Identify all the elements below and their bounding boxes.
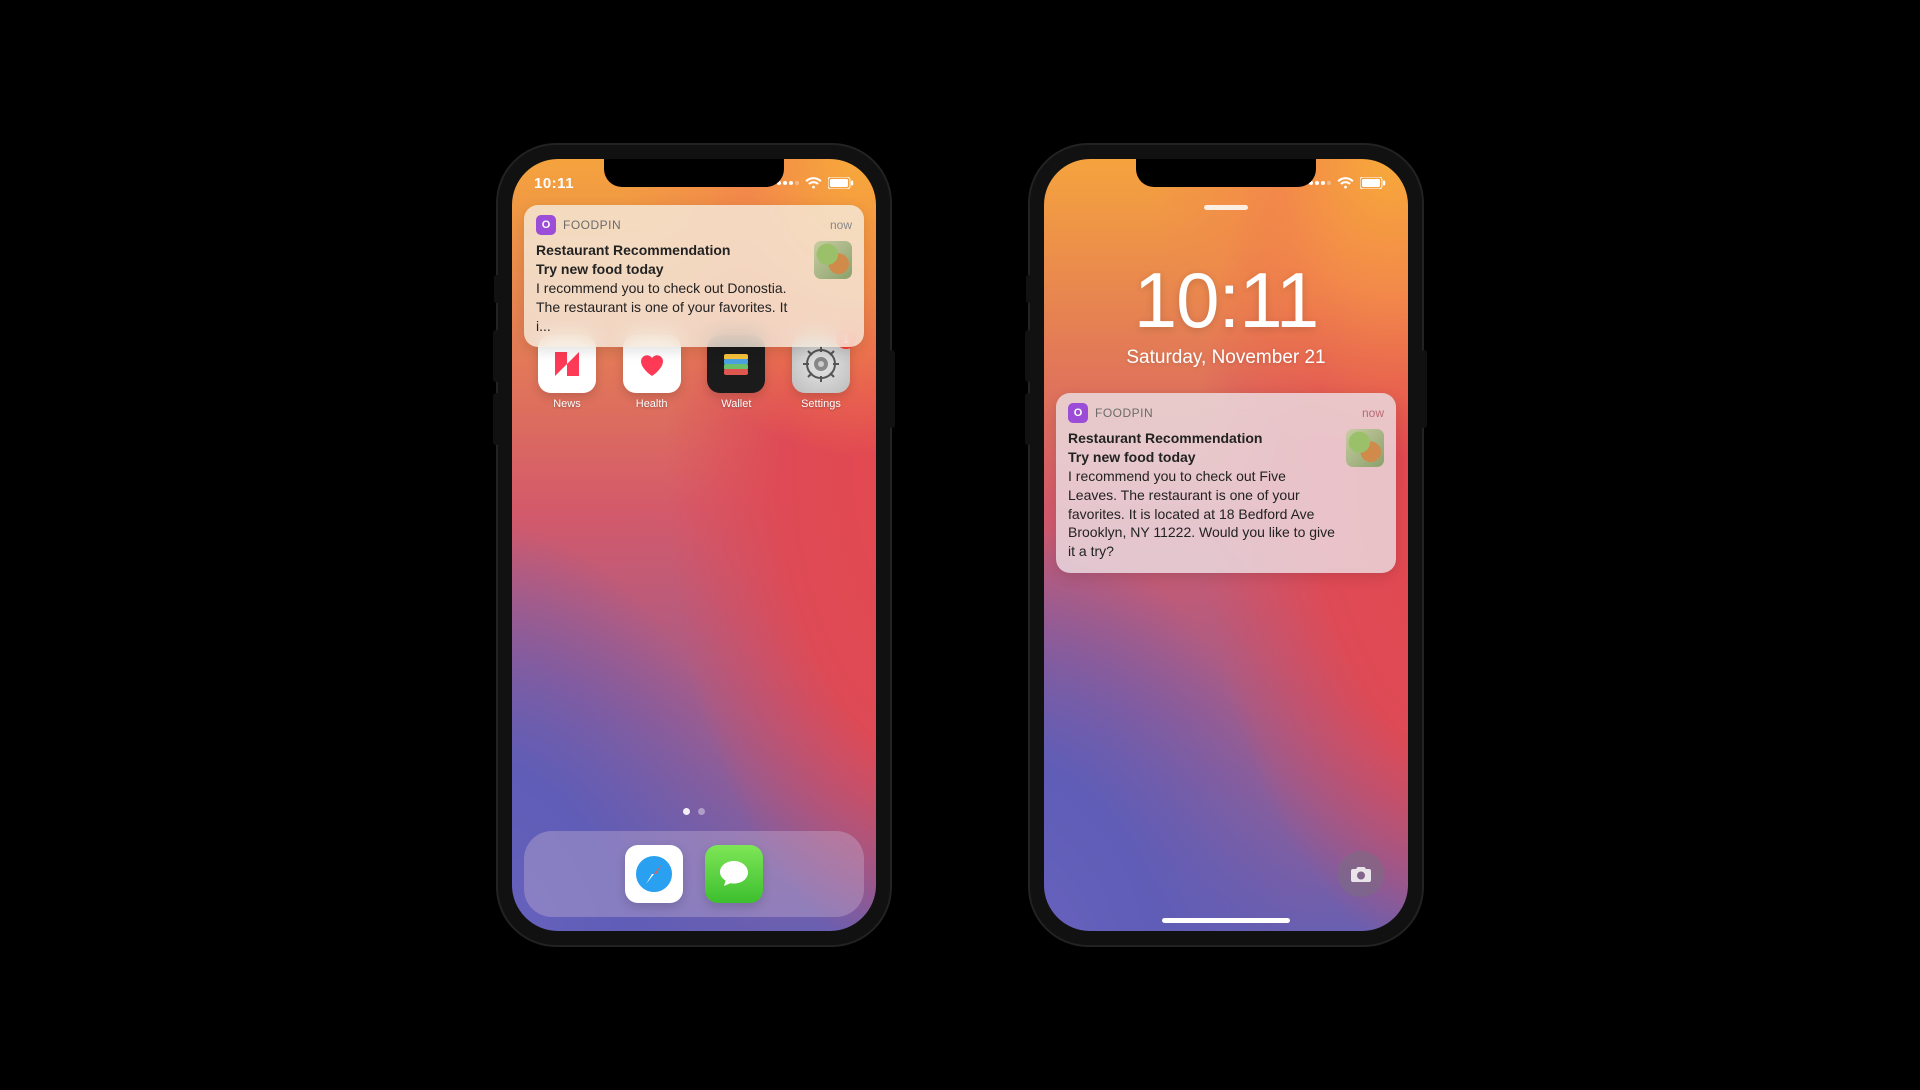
volume-up-button[interactable] [1025,330,1031,382]
notification-subtitle: Try new food today [1068,448,1336,467]
volume-up-button[interactable] [493,330,499,382]
notification-banner[interactable]: O FOODPIN now Restaurant Recommendation … [1056,393,1396,573]
notification-title: Restaurant Recommendation [1068,429,1336,448]
notch [1136,159,1316,187]
page-dot-active [683,808,690,815]
notification-app-name: FOODPIN [1095,406,1355,420]
notification-thumbnail [814,241,852,279]
mute-switch[interactable] [494,275,499,303]
notification-header: O FOODPIN now [1068,403,1384,423]
notification-app-icon-letter: O [1074,407,1083,419]
notification-app-icon: O [536,215,556,235]
status-icons [777,177,854,189]
notification-subtitle: Try new food today [536,260,804,279]
status-icons [1309,177,1386,189]
notification-header: O FOODPIN now [536,215,852,235]
notification-app-name: FOODPIN [563,218,823,232]
wifi-icon [805,177,822,189]
home-indicator[interactable] [1162,918,1290,923]
page-dot [698,808,705,815]
app-safari[interactable] [625,845,683,903]
mute-switch[interactable] [1026,275,1031,303]
notification-body: Restaurant Recommendation Try new food t… [536,241,852,335]
notification-message: I recommend you to check out Five Leaves… [1068,467,1336,561]
notification-time: now [1362,406,1384,420]
phone-home-screen: 10:11 O FOODPIN now Restaurant Recommend… [498,145,890,945]
power-button[interactable] [889,350,895,428]
volume-down-button[interactable] [493,393,499,445]
battery-icon [1360,177,1386,189]
app-messages[interactable] [705,845,763,903]
app-label: News [553,398,581,410]
notification-time: now [830,218,852,232]
screen: 10:11 Saturday, November 21 O FOODPIN no… [1044,159,1408,931]
app-label: Wallet [721,398,751,410]
app-label: Settings [801,398,841,410]
page-indicator[interactable] [512,808,876,815]
notification-thumbnail [1346,429,1384,467]
screen: 10:11 O FOODPIN now Restaurant Recommend… [512,159,876,931]
lock-screen-date: Saturday, November 21 [1044,347,1408,369]
notification-text: Restaurant Recommendation Try new food t… [1068,429,1336,561]
app-label: Health [636,398,668,410]
camera-button[interactable] [1338,851,1384,897]
volume-down-button[interactable] [1025,393,1031,445]
notification-text: Restaurant Recommendation Try new food t… [536,241,804,335]
notification-message: I recommend you to check out Donostia. T… [536,279,804,336]
cellular-signal-icon [1309,181,1331,185]
messages-icon [715,855,753,893]
notification-banner[interactable]: O FOODPIN now Restaurant Recommendation … [524,205,864,347]
safari-icon [631,851,677,897]
lock-screen-time: 10:11 [1044,255,1408,346]
lock-indicator-icon [1204,205,1248,210]
wifi-icon [1337,177,1354,189]
notification-app-icon-letter: O [542,219,551,231]
dock [524,831,864,917]
notification-app-icon: O [1068,403,1088,423]
cellular-signal-icon [777,181,799,185]
phone-lock-screen: 10:11 Saturday, November 21 O FOODPIN no… [1030,145,1422,945]
notification-body: Restaurant Recommendation Try new food t… [1068,429,1384,561]
camera-icon [1350,864,1372,884]
power-button[interactable] [1421,350,1427,428]
notch [604,159,784,187]
notification-title: Restaurant Recommendation [536,241,804,260]
status-time: 10:11 [534,175,594,192]
battery-icon [828,177,854,189]
